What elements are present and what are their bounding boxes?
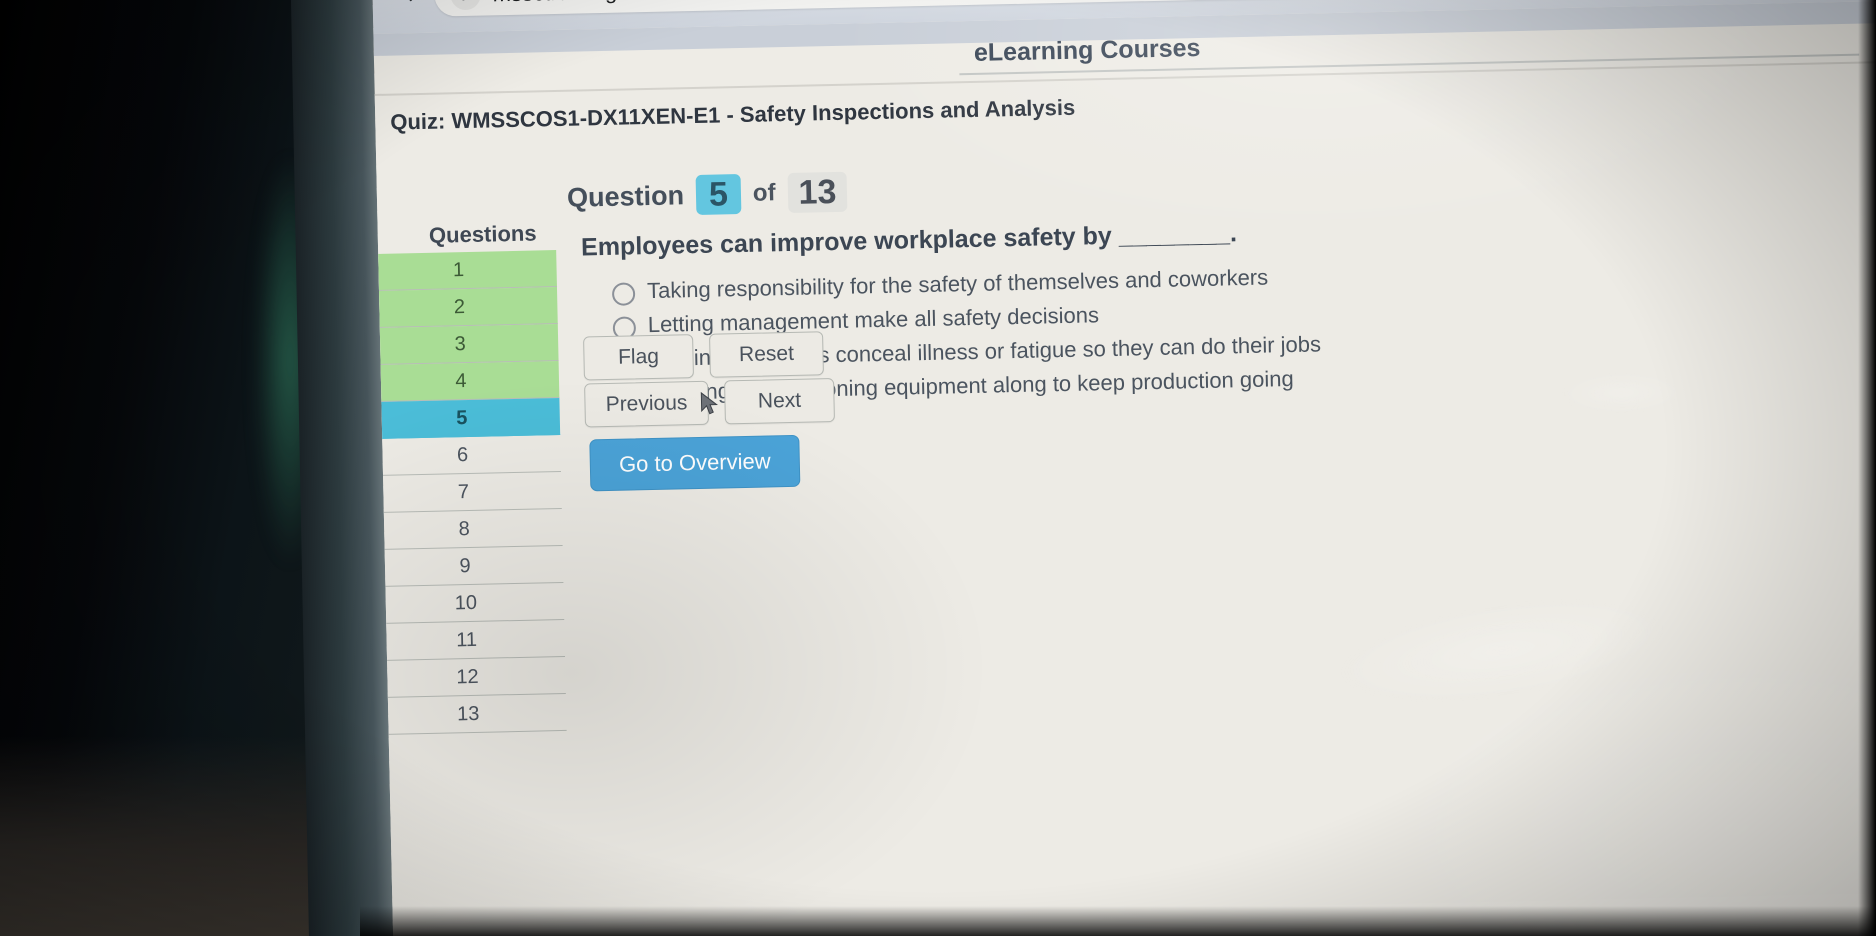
question-nav-number: 10 — [454, 591, 478, 614]
answer-option-label: Taking responsibility for the safety of … — [646, 264, 1269, 304]
question-nav-item[interactable]: 1 — [372, 250, 557, 292]
question-counter: Question 5 of 13 — [566, 171, 848, 218]
questions-heading: Questions — [428, 220, 537, 248]
question-nav-item[interactable]: 7 — [372, 471, 562, 514]
question-nav-number: 9 — [459, 554, 471, 577]
question-nav-item[interactable]: 2 — [372, 287, 558, 329]
question-nav-number: 7 — [457, 480, 470, 503]
question-nav-number: 1 — [452, 258, 465, 281]
question-nav-item[interactable]: 9 — [372, 545, 564, 588]
question-nav-item[interactable]: 12 — [372, 656, 566, 699]
of-word: of — [752, 179, 776, 207]
previous-button[interactable]: Previous — [584, 380, 710, 428]
url-text: mssctraining.com/lms/courses.php — [492, 0, 833, 7]
next-button[interactable]: Next — [724, 378, 835, 425]
quiz-title: Quiz: WMSSCOS1-DX11XEN-E1 - Safety Inspe… — [390, 94, 1076, 135]
question-nav-item[interactable]: 11 — [372, 619, 566, 662]
edge-shadow — [360, 906, 1876, 936]
quiz-card: Quiz: WMSSCOS1-DX11XEN-E1 - Safety Inspe… — [372, 60, 1876, 927]
radio-button-icon[interactable] — [611, 282, 636, 306]
question-word: Question — [566, 179, 685, 213]
question-nav-number: 4 — [455, 369, 467, 392]
question-nav-item[interactable]: 8 — [372, 508, 563, 551]
current-question-badge: 5 — [695, 174, 742, 216]
question-nav-number: 12 — [456, 665, 479, 688]
question-nav-number: 8 — [458, 517, 471, 540]
question-nav-number: 2 — [453, 295, 466, 318]
site-settings-icon[interactable] — [450, 0, 481, 11]
question-nav-number: 6 — [456, 443, 469, 466]
question-nav-item[interactable]: 5 — [372, 398, 561, 440]
question-nav-item[interactable]: 10 — [372, 582, 565, 625]
total-questions-badge: 13 — [787, 171, 848, 214]
prev-next-row: Previous Next — [584, 378, 835, 428]
question-nav-number: 5 — [455, 406, 468, 429]
question-navigator: 1 2 3 4 5 6 7 8 9 10 11 12 13 — [372, 250, 567, 736]
page-body: eLearning Courses Quiz: WMSSCOS1-DX11XEN… — [372, 0, 1876, 936]
question-nav-number: 13 — [456, 702, 480, 725]
flag-reset-row: Flag Reset — [583, 331, 824, 381]
site-title: eLearning Courses — [973, 33, 1201, 67]
photo-of-monitor: mssctraining.com/lms/courses.php eLearni… — [0, 0, 1876, 936]
question-nav-item[interactable]: 6 — [372, 435, 561, 477]
browser-window: mssctraining.com/lms/courses.php eLearni… — [372, 0, 1876, 936]
question-nav-item[interactable]: 4 — [372, 361, 560, 403]
question-nav-item[interactable]: 3 — [372, 324, 559, 366]
reset-button[interactable]: Reset — [709, 331, 824, 378]
question-nav-number: 3 — [454, 332, 466, 355]
flag-button[interactable]: Flag — [583, 334, 694, 381]
forward-arrow-icon[interactable] — [392, 0, 427, 12]
question-nav-item[interactable]: 13 — [372, 693, 567, 736]
question-text: Employees can improve workplace safety b… — [580, 219, 1238, 262]
go-to-overview-button[interactable]: Go to Overview — [589, 434, 801, 492]
edge-shadow — [1858, 0, 1876, 936]
question-nav-number: 11 — [456, 628, 478, 651]
